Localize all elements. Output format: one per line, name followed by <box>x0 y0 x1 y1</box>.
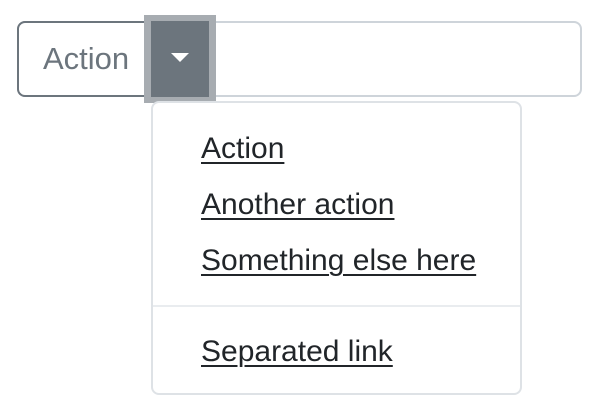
dropdown-divider <box>153 305 520 307</box>
dropdown-menu: Action Another action Something else her… <box>151 101 522 395</box>
caret-down-icon <box>171 53 189 62</box>
split-button-group: Action <box>17 15 582 103</box>
dropdown-item-separated-link[interactable]: Separated link <box>201 337 393 367</box>
dropdown-item-action[interactable]: Action <box>201 134 284 164</box>
dropdown-item-something-else[interactable]: Something else here <box>201 246 476 276</box>
page: Action Action Another action Something e… <box>0 0 604 420</box>
dropdown-toggle-button[interactable] <box>151 21 209 97</box>
dropdown-item-another-action[interactable]: Another action <box>201 190 394 220</box>
action-button[interactable]: Action <box>17 21 152 97</box>
